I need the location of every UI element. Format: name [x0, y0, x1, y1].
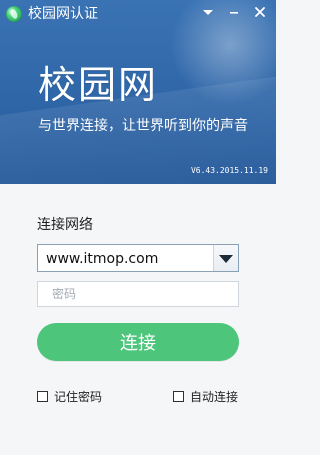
header-banner: 校园网认证 校园网 与世界连接，让世界听到你的声音 V6.43.2015.11.… [0, 0, 276, 184]
close-button[interactable] [249, 1, 271, 23]
close-icon [255, 7, 265, 17]
minimize-button[interactable] [223, 1, 245, 23]
checkbox-icon[interactable] [173, 390, 184, 402]
app-logo-icon [6, 6, 22, 22]
auto-connect-checkbox[interactable]: 自动连接 [173, 387, 238, 405]
password-input[interactable] [38, 282, 238, 306]
chevron-down-icon[interactable] [213, 245, 238, 271]
chevron-down-icon [203, 10, 213, 15]
hero-slogan: 与世界连接，让世界听到你的声音 [38, 118, 248, 134]
connect-button[interactable]: 连接 [37, 323, 239, 361]
remember-password-label: 记住密码 [54, 389, 103, 404]
title-bar[interactable]: 校园网认证 [0, 0, 276, 28]
network-label: 连接网络 [37, 217, 93, 233]
checkbox-icon[interactable] [37, 390, 48, 402]
remember-password-checkbox[interactable]: 记住密码 [37, 387, 102, 405]
password-field-wrap[interactable] [37, 281, 239, 307]
network-select-value: www.itmop.com [46, 251, 159, 267]
auto-connect-label: 自动连接 [190, 389, 239, 404]
version-label: V6.43.2015.11.19 [190, 166, 268, 175]
menu-dropdown-button[interactable] [197, 2, 219, 24]
network-select[interactable]: www.itmop.com [37, 244, 239, 272]
minimize-icon [230, 12, 238, 14]
hero-title: 校园网 [38, 63, 159, 107]
window-title: 校园网认证 [28, 6, 98, 22]
